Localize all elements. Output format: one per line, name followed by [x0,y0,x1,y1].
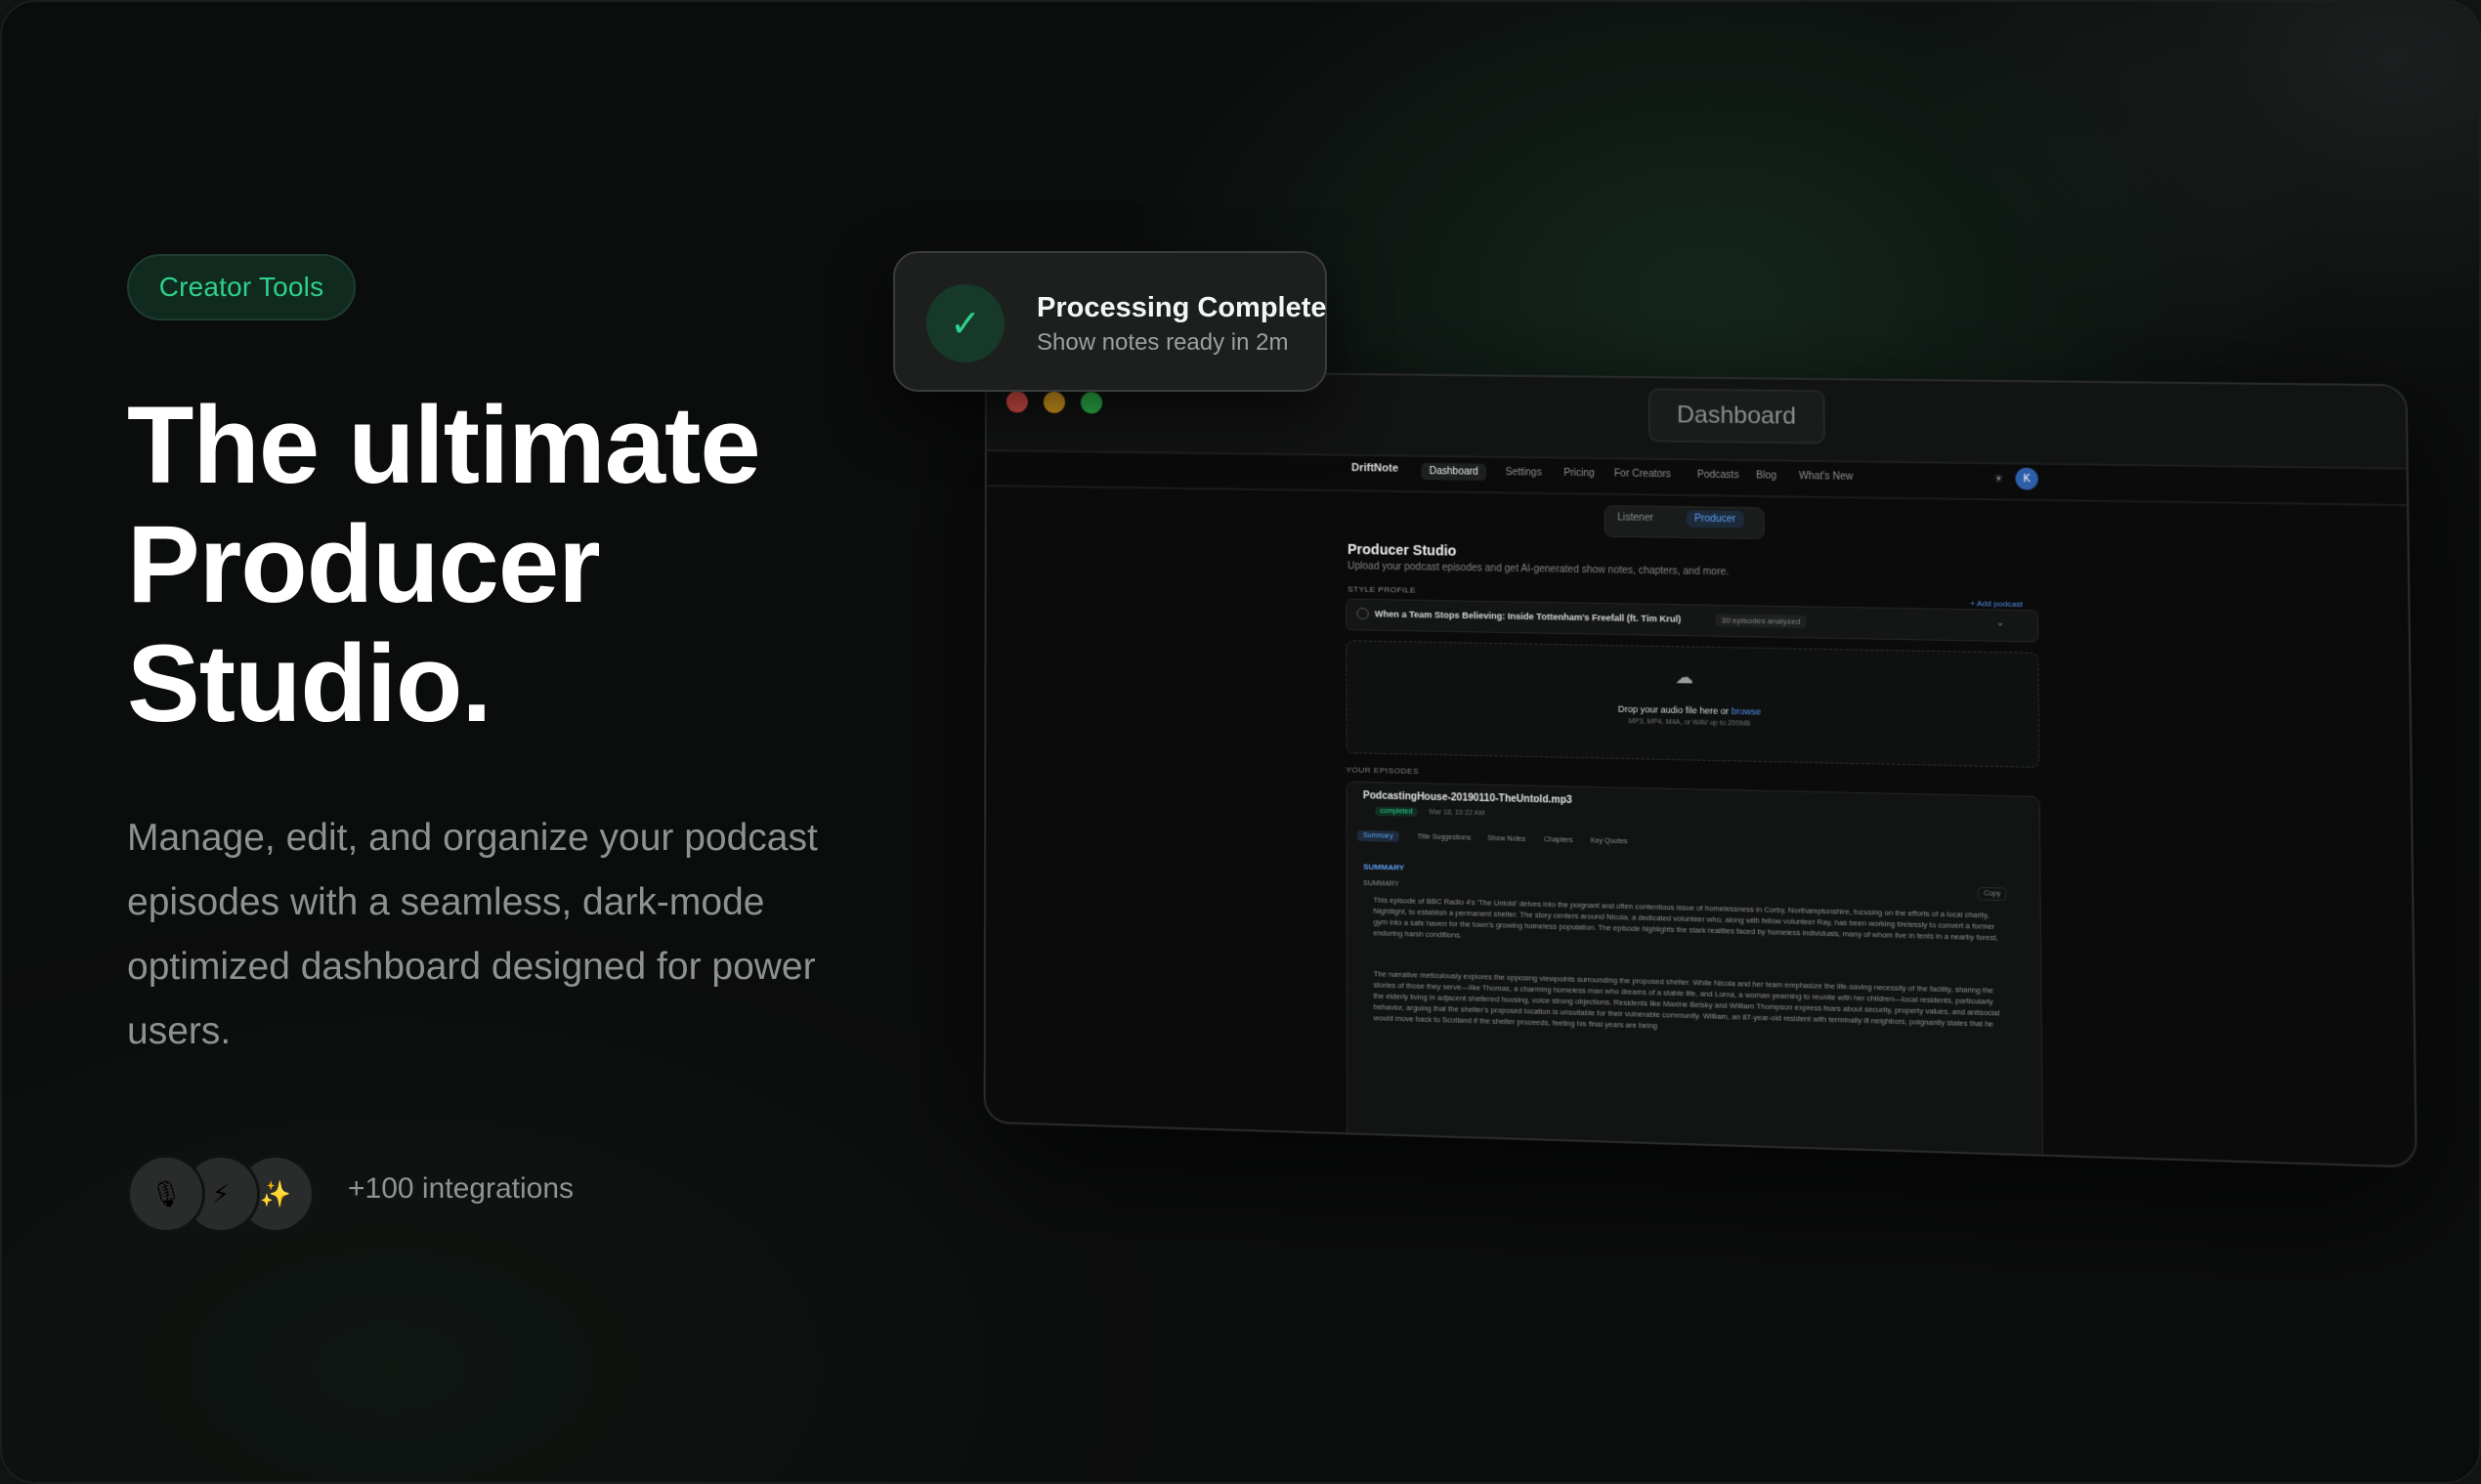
copy-button[interactable]: Copy [1977,886,2007,902]
microphone-icon: 🎙 [127,1155,205,1233]
badge-label: Creator Tools [158,272,324,302]
nav-for-creators[interactable]: For Creators [1606,465,1680,483]
chevron-down-icon[interactable]: ⌄ [1996,617,2005,629]
summary-heading: SUMMARY [1363,862,1405,872]
dashboard-screenshot: Dashboard DriftNote Dashboard Settings P… [983,369,2417,1168]
style-profile-label: STYLE PROFILE [1347,584,1416,595]
integrations-label: +100 integrations [348,1172,575,1205]
episode-filename[interactable]: PodcastingHouse-20190110-TheUntold.mp3 [1363,790,1572,806]
profile-title: When a Team Stops Believing: Inside Tott… [1374,609,1682,624]
headline: The ultimate Producer Studio. [127,386,909,743]
nav-pricing[interactable]: Pricing [1556,465,1603,483]
nav-blog[interactable]: Blog [1748,467,1785,485]
nav-whats-new[interactable]: What's New [1791,468,1861,486]
brand-logo[interactable]: DriftNote [1351,462,1398,475]
close-dot[interactable] [1005,391,1028,413]
toast-title: Processing Complete [1037,292,1327,323]
episodes-label: YOUR EPISODES [1346,765,1419,777]
producer-tab[interactable]: Producer [1686,510,1744,529]
browse-link[interactable]: browse [1732,706,1761,717]
page-subtitle: Upload your podcast episodes and get AI-… [1347,561,1730,578]
tab-show-notes[interactable]: Show Notes [1487,835,1525,843]
headline-line-2: Producer [127,503,601,625]
tab-title-suggestions[interactable]: Title Suggestions [1417,833,1471,841]
profile-badge: 30 episodes analyzed [1715,614,1807,629]
headline-line-3: Studio. [127,622,492,744]
avatar[interactable]: K [2015,467,2038,490]
episode-card: PodcastingHouse-20190110-TheUntold.mp3 c… [1346,781,2044,1166]
nav-dashboard[interactable]: Dashboard [1421,462,1487,481]
nav-podcasts[interactable]: Podcasts [1689,466,1746,484]
status-badge: completed [1375,806,1418,817]
tab-key-quotes[interactable]: Key Quotes [1591,837,1628,845]
upload-cloud-icon: ☁ [1675,666,1693,688]
audio-dropzone[interactable]: ☁ Drop your audio file here or browse MP… [1346,640,2040,768]
maximize-dot[interactable] [1080,392,1103,414]
processing-toast: ✓ Processing Complete Show notes ready i… [893,251,1327,392]
check-icon: ✓ [926,284,1005,362]
description: Manage, edit, and organize your podcast … [127,817,818,1052]
episode-date: Mar 18, 10:22 AM [1429,808,1485,818]
tab-summary[interactable]: Summary [1356,829,1399,842]
listener-tab[interactable]: Listener [1617,512,1653,524]
summary-paragraph-1: This episode of BBC Radio 4's 'The Untol… [1373,895,1998,943]
theme-toggle-icon[interactable]: ☀ [1993,472,2004,485]
page-title: Producer Studio [1347,540,1457,559]
headline-line-1: The ultimate [127,384,761,506]
radio-icon[interactable] [1356,607,1369,620]
summary-subheading: SUMMARY [1363,879,1399,888]
tab-chapters[interactable]: Chapters [1544,836,1572,844]
dropzone-label: Drop your audio file here or [1617,703,1730,717]
summary-paragraph-2: The narrative meticulously explores the … [1373,969,2000,1031]
creator-tools-badge: Creator Tools [127,254,356,320]
add-podcast-link[interactable]: + Add podcast [1970,599,2023,609]
style-profile-select[interactable]: When a Team Stops Believing: Inside Tott… [1346,598,2039,643]
hero-card: Creator Tools The ultimate Producer Stud… [0,0,2481,1484]
nav-settings[interactable]: Settings [1497,464,1550,482]
minimize-dot[interactable] [1043,391,1065,413]
window-title: Dashboard [1647,388,1825,445]
mode-toggle: Listener Producer [1604,505,1765,540]
integrations: 🎙 ⚡ ✨ +100 integrations [127,1155,713,1233]
toast-subtitle: Show notes ready in 2m [1037,329,1289,356]
